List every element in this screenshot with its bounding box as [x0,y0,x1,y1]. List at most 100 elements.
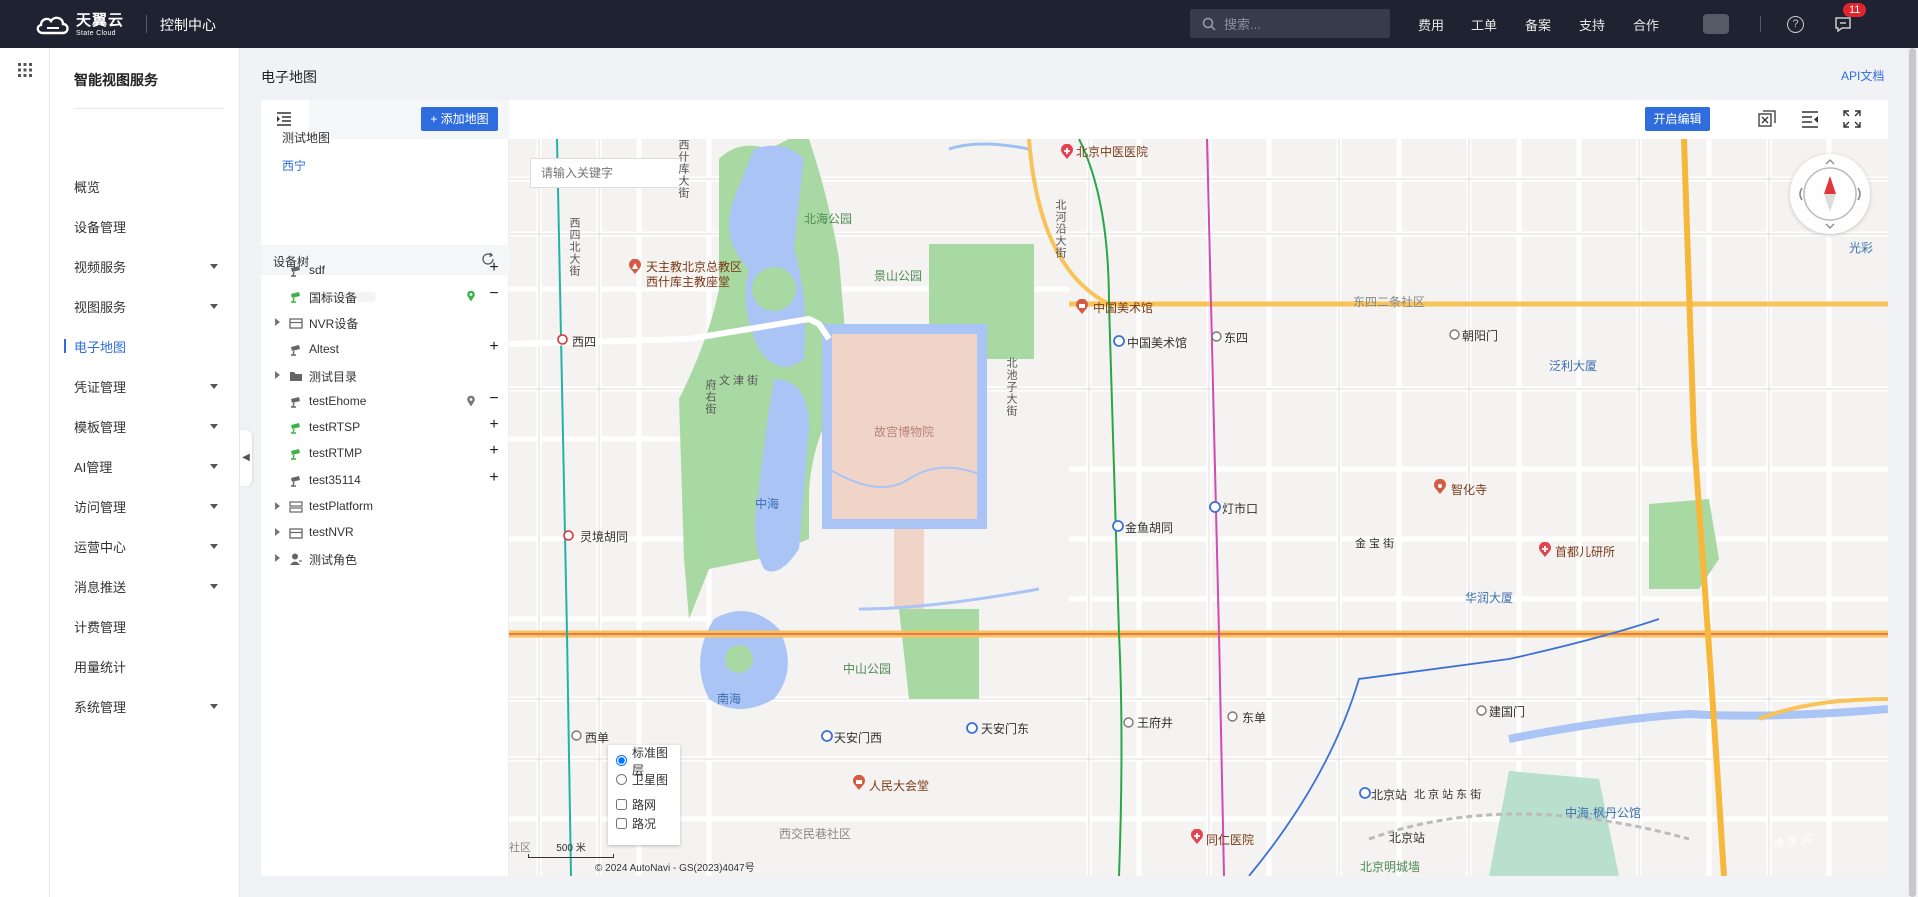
subway-station-icon [1449,329,1460,340]
device-tree-node[interactable]: 国标设备 − [261,284,509,310]
subway-station-icon [563,530,574,541]
remove-from-map-button[interactable]: − [487,285,501,303]
traffic-label: 路况 [632,817,657,831]
sidebar-item[interactable]: 概览 [50,166,240,206]
sidebar-item[interactable]: 访问管理 [50,486,240,526]
device-node-label: 测试角色 [309,553,358,568]
api-doc-link[interactable]: API文档 [1841,67,1884,84]
device-tree-node[interactable]: NVR设备 [261,310,509,336]
map-label-mingcheng-wall: 北京明城墙 [1360,860,1421,874]
map-label-xidan: 西单 [585,731,610,745]
tianyi-cloud-logo[interactable]: 天翼云 State Cloud [34,13,124,37]
subway-station-icon [1113,335,1125,347]
device-tree-node[interactable]: 测试目录 [261,363,509,389]
map-list-item-selected[interactable]: 西宁 [282,157,306,174]
sidebar-item[interactable]: 用量统计 [50,646,240,686]
nav-partners[interactable]: 合作 [1633,15,1659,34]
temple-marker-icon [1434,479,1446,494]
device-tree-node[interactable]: testNVR [261,520,509,546]
electronic-map[interactable]: 北海公园 景山公园 故宫博物院 中海 南海 中山公园 天主教北京总教区 西什库主… [509,139,1888,876]
device-tree-node[interactable]: 测试角色 [261,546,509,572]
message-icon[interactable] [1834,16,1852,33]
sidebar-item[interactable]: 系统管理 [50,686,240,726]
nav-filing[interactable]: 备案 [1525,15,1551,34]
expand-arrow-icon[interactable] [275,554,280,563]
expand-arrow-icon[interactable] [275,501,280,510]
sidebar-item-label: 视频服务 [74,259,127,275]
map-keyword-search-input[interactable] [530,158,685,188]
nav-billing[interactable]: 费用 [1418,15,1444,34]
layer-option-satellite[interactable]: 卫星图 [616,770,672,789]
sidebar-item[interactable]: 视图服务 [50,286,240,326]
map-label-dengshikou: 灯市口 [1222,502,1259,516]
product-rail [0,48,50,897]
device-tree-node[interactable]: testPlatform [261,494,509,520]
sidebar-collapse-handle[interactable]: ◀ [240,430,252,486]
add-to-map-button[interactable]: + [487,416,501,434]
add-to-map-button[interactable]: + [487,259,501,277]
sidebar-item[interactable]: 计费管理 [50,606,240,646]
remove-from-map-button[interactable]: − [487,390,501,408]
sidebar-item[interactable]: 设备管理 [50,206,240,246]
expand-arrow-icon[interactable] [275,528,280,536]
device-tree-node[interactable]: testRTMP + [261,441,509,467]
road-net-checkbox[interactable] [616,799,627,810]
map-copyright: © 2024 AutoNavi - GS(2023)4047号 [595,863,755,874]
sidebar-item[interactable]: 模板管理 [50,406,240,446]
enable-edit-button[interactable]: 开启编辑 [1645,107,1710,131]
user-avatar[interactable] [1703,14,1729,34]
map-label-xishiku-street: 西什库大街 [677,139,689,199]
sidebar-item[interactable]: 凭证管理 [50,366,240,406]
map-base-layer [509,139,1888,876]
map-label-beiheyan-street: 北河沿大街 [1054,199,1066,259]
sidebar-item[interactable]: AI管理 [50,446,240,486]
add-map-button[interactable]: + 添加地图 [421,107,498,131]
page-scroll-thumb[interactable] [1909,48,1916,897]
map-label-chaoyangmen: 朝阳门 [1462,329,1499,343]
add-to-map-button[interactable]: + [487,442,501,460]
layer-option-standard[interactable]: 标准图层 [616,746,672,777]
device-node-label: Altest [309,341,340,356]
add-to-map-button[interactable]: + [487,338,501,356]
map-list-item[interactable]: 测试地图 [282,129,330,146]
list-collapse-icon[interactable] [1801,110,1819,128]
expand-arrow-icon[interactable] [275,370,280,379]
device-node-label: NVR设备 [309,317,359,332]
clear-selection-icon[interactable] [1758,110,1776,128]
console-title[interactable]: 控制中心 [160,15,216,35]
chevron-down-icon [210,384,218,389]
sidebar-item[interactable]: 运营中心 [50,526,240,566]
map-compass-control[interactable] [1790,154,1870,234]
device-tree-node[interactable]: testRTSP + [261,415,509,441]
page-scrollbar[interactable] [1907,48,1918,897]
help-icon[interactable]: ? [1787,16,1804,33]
fullscreen-icon[interactable] [1843,110,1861,128]
device-tree-node[interactable]: Altest + [261,337,509,363]
map-label-jinyu-hutong: 金鱼胡同 [1125,521,1174,535]
layer-option-road-net[interactable]: 路网 [616,795,672,814]
topbar-divider [146,15,147,33]
chevron-down-icon [210,544,218,549]
subway-station-icon [571,730,582,741]
device-tree-node[interactable]: testEhome − [261,389,509,415]
sidebar-item[interactable]: 消息推送 [50,566,240,606]
location-pin-icon[interactable] [466,290,476,305]
sidebar-item[interactable]: 视频服务 [50,246,240,286]
nav-tickets[interactable]: 工单 [1471,15,1497,34]
camera-icon [289,474,303,491]
standard-layer-radio[interactable] [616,755,627,766]
layer-option-traffic[interactable]: 路况 [616,814,672,833]
nav-support[interactable]: 支持 [1579,15,1605,34]
global-search-input[interactable]: 搜索... [1190,9,1390,38]
road-net-label: 路网 [632,798,657,812]
add-to-map-button[interactable]: + [487,469,501,487]
device-tree-node[interactable]: test35114 + [261,468,509,494]
device-tree-node[interactable]: sdf + [261,258,509,284]
apps-grid-icon[interactable] [18,63,32,77]
location-pin-icon[interactable] [466,395,476,410]
sidebar-item[interactable]: 电子地图 [50,326,240,366]
satellite-layer-radio[interactable] [616,774,627,785]
traffic-checkbox[interactable] [616,818,627,829]
expand-arrow-icon[interactable] [275,318,280,327]
map-label-zhongshan-park: 中山公园 [843,662,892,676]
